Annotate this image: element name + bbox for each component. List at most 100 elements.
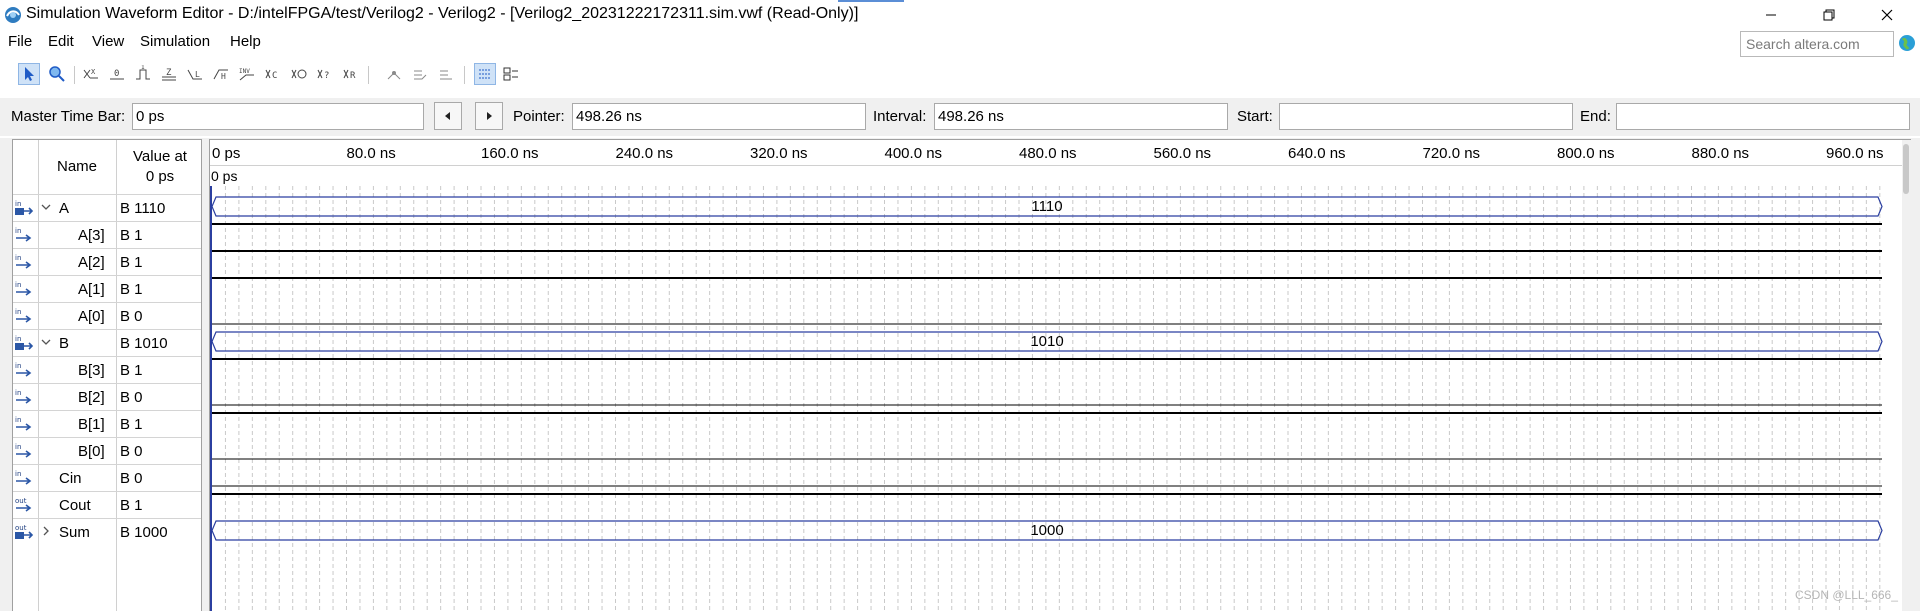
signal-row[interactable]: in A B 1110 — [13, 194, 201, 221]
signal-value: B 1010 — [120, 335, 168, 352]
chevron-down-icon[interactable] — [40, 336, 52, 348]
signal-name: A — [59, 200, 70, 217]
ruler-tick-label: 320.0 ns — [750, 145, 808, 162]
toolbar: X 0 1 Z L H INV C ? R — [0, 60, 1920, 90]
random-value-icon[interactable]: R — [340, 63, 362, 85]
signal-name: B[3] — [78, 362, 105, 379]
signal-row[interactable]: in B[2] B 0 — [13, 383, 201, 410]
input-pin-icon: in — [15, 335, 34, 350]
input-pin-icon: in — [15, 200, 34, 215]
app-logo-icon — [5, 7, 21, 23]
menu-edit[interactable]: Edit — [48, 33, 74, 50]
clock-icon[interactable] — [288, 63, 310, 85]
signal-name: B[1] — [78, 416, 105, 433]
signal-value: B 1 — [120, 497, 143, 514]
forcing-unknown-icon[interactable]: X — [80, 63, 102, 85]
grid-toggle-icon[interactable] — [474, 63, 496, 85]
interval-label: Interval: — [873, 108, 927, 125]
name-column-header[interactable]: Name — [57, 158, 97, 175]
signal-name: A[2] — [78, 254, 105, 271]
menu-view[interactable]: View — [92, 33, 124, 50]
pointer-field: 498.26 ns — [572, 103, 866, 130]
ruler-tick-label: 480.0 ns — [1019, 145, 1077, 162]
signal-row[interactable]: in B[1] B 1 — [13, 410, 201, 437]
close-icon — [1881, 9, 1893, 21]
restore-icon — [1823, 9, 1835, 21]
signal-name: B[2] — [78, 389, 105, 406]
signal-row[interactable]: out Sum B 1000 — [13, 518, 201, 545]
signal-row[interactable]: in B[0] B 0 — [13, 437, 201, 464]
menu-bar: File Edit View Simulation Help — [0, 30, 1920, 56]
previous-transition-button[interactable] — [434, 102, 462, 130]
globe-icon[interactable] — [1898, 34, 1916, 52]
ungroup-icon[interactable] — [436, 63, 458, 85]
forcing-low-icon[interactable]: 0 — [106, 63, 128, 85]
signal-row[interactable]: in A[1] B 1 — [13, 275, 201, 302]
start-field[interactable] — [1279, 103, 1573, 130]
scrollbar-thumb[interactable] — [1903, 144, 1909, 194]
weak-high-icon[interactable]: H — [210, 63, 232, 85]
signal-row[interactable]: in B B 1010 — [13, 329, 201, 356]
value-column-header[interactable]: Value at 0 ps — [118, 147, 202, 187]
signal-row[interactable]: in A[3] B 1 — [13, 221, 201, 248]
chevron-right-icon[interactable] — [40, 525, 52, 537]
title-accent-line — [838, 0, 904, 2]
close-button[interactable] — [1864, 0, 1910, 30]
waveform-canvas[interactable] — [210, 186, 1902, 611]
value-header-line1: Value at — [133, 148, 187, 165]
signal-row[interactable]: in A[2] B 1 — [13, 248, 201, 275]
ruler-tick-label: 160.0 ns — [481, 145, 539, 162]
signal-row[interactable]: in A[0] B 0 — [13, 302, 201, 329]
forcing-high-icon[interactable]: 1 — [132, 63, 154, 85]
svg-text:in: in — [15, 389, 21, 397]
count-value-icon[interactable]: C — [262, 63, 284, 85]
menu-simulation[interactable]: Simulation — [140, 33, 210, 50]
arbitrary-value-icon[interactable]: ? — [314, 63, 336, 85]
ruler-tick-label: 640.0 ns — [1288, 145, 1346, 162]
next-transition-button[interactable] — [475, 102, 503, 130]
restore-button[interactable] — [1806, 0, 1852, 30]
snap-to-grid-icon[interactable] — [384, 63, 406, 85]
title-bar: Simulation Waveform Editor - D:/intelFPG… — [0, 0, 1920, 30]
group-icon[interactable] — [410, 63, 432, 85]
high-impedance-icon[interactable]: Z — [158, 63, 180, 85]
menu-help[interactable]: Help — [230, 33, 261, 50]
selection-arrow-icon[interactable] — [18, 63, 40, 85]
zoom-icon[interactable] — [46, 63, 68, 85]
minimize-button[interactable] — [1748, 0, 1794, 30]
signal-value: B 0 — [120, 389, 143, 406]
signal-value: B 1 — [120, 416, 143, 433]
ruler-tick-label: 880.0 ns — [1691, 145, 1750, 162]
output-pin-icon: out — [15, 497, 32, 512]
chevron-down-icon[interactable] — [40, 201, 52, 213]
master-time-bar-field[interactable]: 0 ps — [132, 103, 424, 130]
signal-row[interactable]: in B[3] B 1 — [13, 356, 201, 383]
signal-row[interactable]: out Cout B 1 — [13, 491, 201, 518]
svg-text:in: in — [15, 227, 21, 235]
invert-icon[interactable]: INV — [236, 63, 258, 85]
triangle-left-icon — [445, 112, 450, 120]
weak-low-icon[interactable]: L — [184, 63, 206, 85]
input-pin-icon: in — [15, 362, 32, 377]
end-field[interactable] — [1616, 103, 1910, 130]
vertical-scrollbar[interactable] — [1902, 140, 1911, 611]
menu-file[interactable]: File — [8, 33, 32, 50]
bus-value-label: 1000 — [1030, 522, 1064, 539]
input-pin-icon: in — [15, 443, 32, 458]
signal-name: Cin — [59, 470, 82, 487]
node-finder-icon[interactable] — [500, 63, 522, 85]
signal-value: B 1 — [120, 281, 143, 298]
bus-value-label: 1110 — [1031, 198, 1063, 215]
pointer-label: Pointer: — [513, 108, 565, 125]
watermark-text: CSDN @LLL_666_ — [1795, 588, 1898, 602]
search-input[interactable]: Search altera.com — [1740, 31, 1894, 57]
svg-text:L: L — [195, 70, 200, 79]
window-title: Simulation Waveform Editor - D:/intelFPG… — [26, 5, 859, 22]
minimize-icon — [1766, 14, 1776, 16]
input-pin-icon: in — [15, 227, 32, 242]
ruler-tick-label: 560.0 ns — [1153, 145, 1212, 162]
svg-text:INV: INV — [239, 68, 250, 75]
svg-text:R: R — [350, 71, 356, 81]
ruler-tick-label: 800.0 ns — [1557, 145, 1615, 162]
signal-row[interactable]: in Cin B 0 — [13, 464, 201, 491]
